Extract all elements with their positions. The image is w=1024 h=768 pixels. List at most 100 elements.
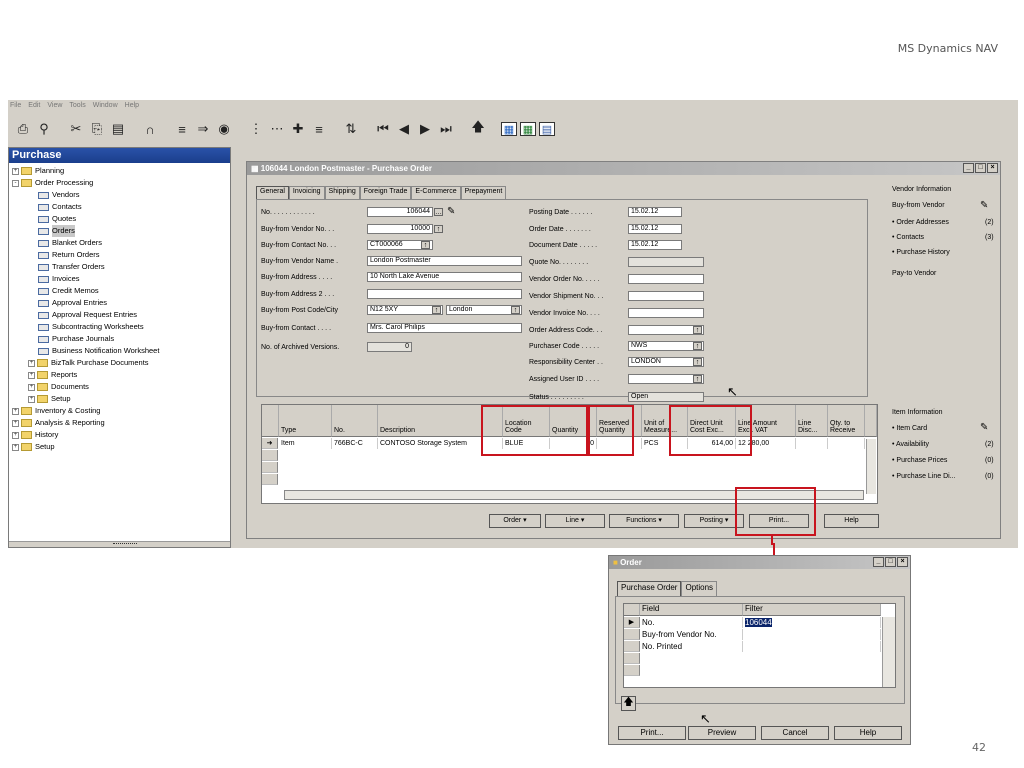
nav-item-history[interactable]: + History xyxy=(9,429,230,441)
filter-value-vendor-no[interactable] xyxy=(743,629,881,640)
nav-item-reports[interactable]: + Reports xyxy=(9,369,230,381)
expand-icon[interactable]: + xyxy=(12,407,19,415)
lookup-arrow-icon[interactable]: ↑ xyxy=(511,306,520,314)
expand-icon[interactable]: + xyxy=(12,443,19,451)
edit-pencil-icon[interactable]: ✎ xyxy=(447,206,455,217)
copy-icon[interactable]: ⎘ xyxy=(88,120,106,138)
first-icon[interactable]: ⏮ xyxy=(374,120,392,138)
expand-icon[interactable]: + xyxy=(28,395,35,403)
factbox-link-purchase-history[interactable]: • Purchase History xyxy=(892,249,950,256)
nav-item-vendors[interactable]: Vendors xyxy=(9,189,230,201)
row-selector[interactable] xyxy=(624,641,640,652)
nav-item-orders[interactable]: Orders xyxy=(9,225,230,237)
minimize-button[interactable]: _ xyxy=(873,557,884,567)
assist-edit-icon[interactable]: … xyxy=(434,208,443,216)
expand-icon[interactable]: + xyxy=(12,167,19,175)
menu-window[interactable]: Window xyxy=(93,102,118,114)
table-icon[interactable]: ⋯ xyxy=(268,120,286,138)
expand-icon[interactable]: + xyxy=(28,383,35,391)
factbox-link-availability[interactable]: • Availability xyxy=(892,441,929,448)
table-filter-up-icon[interactable]: 🡅 xyxy=(621,696,636,711)
row-selector[interactable] xyxy=(624,665,640,676)
column-header-qty-to-receive[interactable]: Qty. to Receive xyxy=(828,405,865,437)
nav-item-subcontracting-worksheets[interactable]: Subcontracting Worksheets xyxy=(9,321,230,333)
factbox-link-buy-from-vendor[interactable]: Buy-from Vendor xyxy=(892,202,945,209)
dialog-print-button[interactable]: Print... xyxy=(618,726,686,740)
cell-line-discount[interactable] xyxy=(796,438,828,449)
up-icon[interactable]: 🡅 xyxy=(469,119,487,138)
report-icon[interactable]: ▦ xyxy=(501,122,517,136)
filter-field-no[interactable]: No. xyxy=(640,617,743,628)
row-selector-current[interactable]: ▶ xyxy=(624,617,640,628)
column-header-field[interactable]: Field xyxy=(640,604,743,616)
edit-pencil-icon[interactable]: ✎ xyxy=(980,422,988,433)
row-selector[interactable] xyxy=(262,450,278,461)
sort-icon[interactable]: ⇅ xyxy=(342,120,360,138)
tab-general[interactable]: General xyxy=(256,186,289,199)
field-address[interactable]: 10 North Lake Avenue xyxy=(367,272,522,282)
nav-item-quotes[interactable]: Quotes xyxy=(9,213,230,225)
tab-purchase-order[interactable]: Purchase Order xyxy=(617,581,682,596)
column-header-type[interactable]: Type xyxy=(279,405,332,437)
nav-item-credit-memos[interactable]: Credit Memos xyxy=(9,285,230,297)
menu-file[interactable]: File xyxy=(10,102,21,114)
maximize-button[interactable]: □ xyxy=(975,163,986,173)
lookup-arrow-icon[interactable]: ↑ xyxy=(693,375,702,383)
previous-icon[interactable]: ◀ xyxy=(395,120,413,138)
column-header-line-discount[interactable]: Line Disc... xyxy=(796,405,828,437)
dialog-help-button[interactable]: Help xyxy=(834,726,902,740)
insert-icon[interactable]: ✚ xyxy=(289,120,307,138)
row-selector[interactable] xyxy=(624,653,640,664)
lookup-arrow-icon[interactable]: ↑ xyxy=(693,358,702,366)
order-menu-button[interactable]: Order ▾ xyxy=(489,514,541,528)
nav-item-planning[interactable]: + Planning xyxy=(9,165,230,177)
help-button[interactable]: Help xyxy=(824,514,879,528)
cut-icon[interactable]: ✂ xyxy=(67,120,85,138)
field-order-date[interactable]: 15.02.12 xyxy=(628,224,682,234)
minimize-button[interactable]: _ xyxy=(963,163,974,173)
close-button[interactable]: × xyxy=(897,557,908,567)
lookup-arrow-icon[interactable]: ↑ xyxy=(432,306,441,314)
next-icon[interactable]: ▶ xyxy=(416,120,434,138)
lookup-arrow-icon[interactable]: ↑ xyxy=(434,225,443,233)
factbox-link-item-card[interactable]: • Item Card xyxy=(892,425,927,432)
factbox-link-purchase-line-discounts[interactable]: • Purchase Line Di... xyxy=(892,473,956,480)
nav-item-documents[interactable]: + Documents xyxy=(9,381,230,393)
factbox-link-order-addresses[interactable]: • Order Addresses xyxy=(892,219,949,226)
lookup-arrow-icon[interactable]: ↑ xyxy=(421,241,430,249)
field-vendor-invoice-no[interactable] xyxy=(628,308,704,318)
filter-value-no[interactable]: 106044 xyxy=(743,617,881,628)
nav-item-inventory-costing[interactable]: + Inventory & Costing xyxy=(9,405,230,417)
edit-pencil-icon[interactable]: ✎ xyxy=(980,200,988,211)
tab-shipping[interactable]: Shipping xyxy=(324,186,360,199)
field-posting-date[interactable]: 15.02.12 xyxy=(628,207,682,217)
cell-no[interactable]: 766BC-C xyxy=(332,438,378,449)
field-address-2[interactable] xyxy=(367,289,522,299)
cell-qty-to-receive[interactable] xyxy=(828,438,865,449)
dialog-cancel-button[interactable]: Cancel xyxy=(761,726,829,740)
field-vendor-name[interactable]: London Postmaster xyxy=(367,256,522,266)
tab-e-commerce[interactable]: E-Commerce xyxy=(411,186,461,199)
menu-help[interactable]: Help xyxy=(125,102,139,114)
print-icon[interactable]: ⎙ xyxy=(14,120,32,138)
field-vendor-order-no[interactable] xyxy=(628,274,704,284)
tab-foreign-trade[interactable]: Foreign Trade xyxy=(359,186,412,199)
field-document-date[interactable]: 15.02.12 xyxy=(628,240,682,250)
field-vendor-no[interactable]: 10000 xyxy=(367,224,433,234)
collapse-icon[interactable]: - xyxy=(12,179,19,187)
factbox-link-contacts[interactable]: • Contacts xyxy=(892,234,924,241)
expand-icon[interactable]: + xyxy=(28,359,35,367)
nav-item-approval-entries[interactable]: Approval Entries xyxy=(9,297,230,309)
line-menu-button[interactable]: Line ▾ xyxy=(545,514,605,528)
nav-item-analysis-reporting[interactable]: + Analysis & Reporting xyxy=(9,417,230,429)
close-button[interactable]: × xyxy=(987,163,998,173)
chart-icon[interactable]: ▤ xyxy=(539,122,555,136)
nav-item-invoices[interactable]: Invoices xyxy=(9,273,230,285)
tab-invoicing[interactable]: Invoicing xyxy=(288,186,325,199)
factbox-link-purchase-prices[interactable]: • Purchase Prices xyxy=(892,457,947,464)
nav-item-setup[interactable]: + Setup xyxy=(9,393,230,405)
column-header-no[interactable]: No. xyxy=(332,405,378,437)
vertical-scrollbar[interactable] xyxy=(882,617,895,687)
row-selector[interactable] xyxy=(262,474,278,485)
expand-icon[interactable]: + xyxy=(12,431,19,439)
